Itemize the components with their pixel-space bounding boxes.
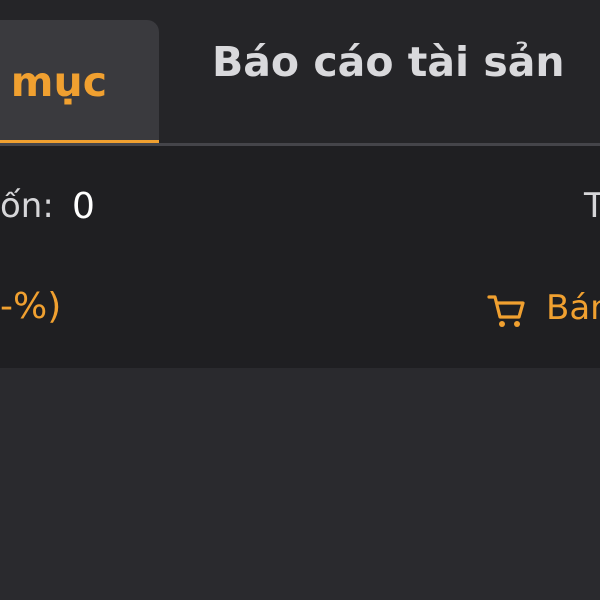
cart-icon bbox=[486, 290, 526, 330]
cost-value: 0 bbox=[72, 186, 95, 227]
sell-button[interactable]: Bán bbox=[486, 288, 600, 332]
right-cutoff-label: T bbox=[584, 186, 600, 226]
tab-asset-report-label: Báo cáo tài sản bbox=[212, 37, 565, 86]
tab-portfolio[interactable]: mục bbox=[0, 20, 159, 143]
portfolio-info-panel: ốn: 0 T -%) Bán bbox=[0, 146, 600, 368]
tab-portfolio-label: mục bbox=[10, 58, 107, 106]
percent-change: -%) bbox=[0, 286, 62, 327]
portfolio-screen: mục Báo cáo tài sản ốn: 0 T -%) Bán bbox=[0, 0, 600, 600]
tab-bar: mục Báo cáo tài sản bbox=[0, 0, 600, 146]
tab-asset-report[interactable]: Báo cáo tài sản bbox=[212, 20, 565, 143]
cost-label: ốn: bbox=[0, 186, 54, 226]
sell-button-label: Bán bbox=[546, 288, 600, 328]
empty-content-area bbox=[0, 368, 600, 600]
